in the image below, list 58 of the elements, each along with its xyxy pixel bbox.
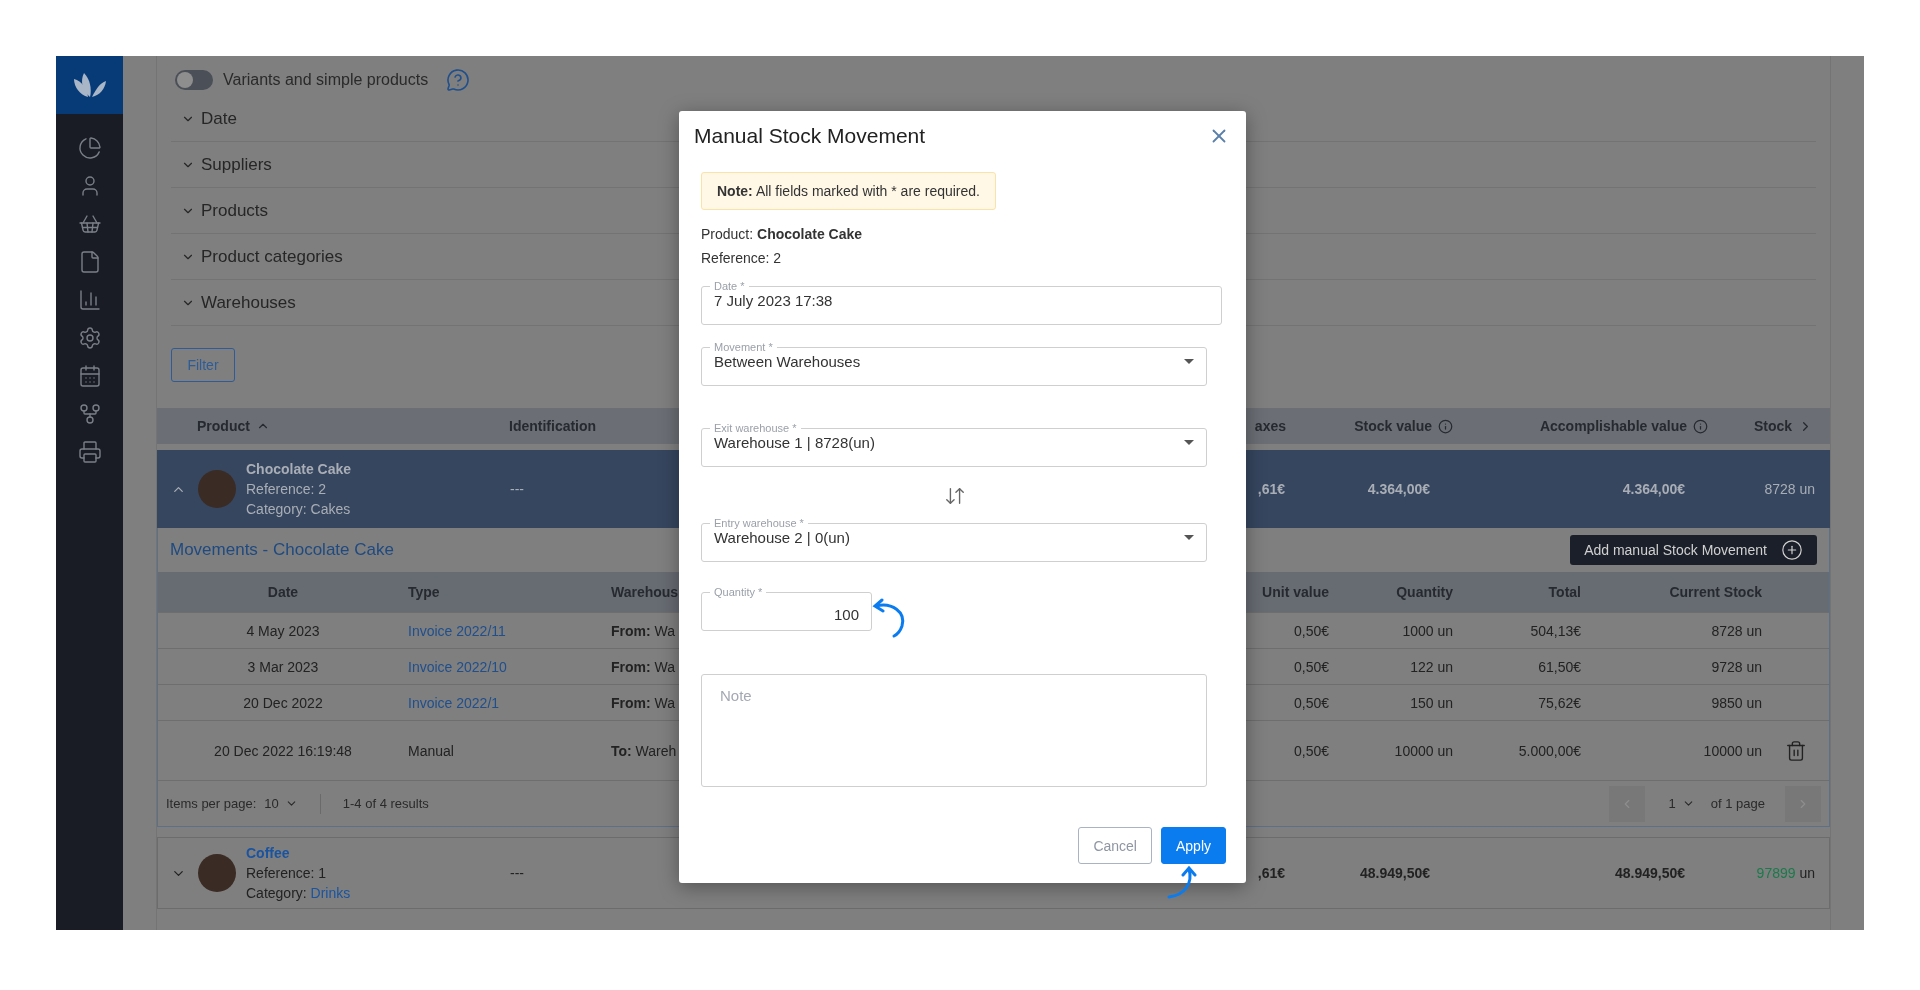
table-cell-text: From: Wa — [610, 658, 676, 675]
required-note: Note: All fields marked with * are required. — [701, 172, 996, 210]
table-cell-text: 97899 un — [1756, 865, 1816, 881]
toggle-label: Variants and simple products — [223, 71, 429, 89]
table-cell-text: 4.364,00€ — [1622, 481, 1686, 497]
column-header: axes — [1254, 418, 1286, 434]
table-cell: --- — [510, 481, 524, 497]
column-header: Unit value — [1262, 584, 1329, 600]
section-title: Movements - Chocolate Cake — [170, 540, 394, 560]
table-cell: 10000 un — [1394, 742, 1453, 759]
table-cell: 122 un — [1410, 658, 1453, 675]
table-cell: 10000 un — [1703, 742, 1762, 759]
table-cell-text: From: Wa — [610, 622, 676, 639]
product-category: Category: Cakes — [246, 499, 352, 519]
table-cell: 504,13€ — [1530, 622, 1581, 639]
table-cell-text: 4.364,00€ — [1367, 481, 1431, 497]
table-cell: 4 May 2023 — [246, 622, 320, 639]
table-cell: 0,50€ — [1293, 742, 1329, 759]
table-cell: 9850 un — [1711, 694, 1762, 711]
product-reference: Reference: 1 — [246, 863, 328, 883]
table-cell-text: From: Wa — [610, 694, 676, 711]
results-count: 1-4 of 4 results — [342, 796, 429, 811]
column-header: Warehous — [610, 584, 679, 600]
table-cell: 20 Dec 2022 16:19:48 — [214, 742, 352, 759]
product-category: Category: Drinks — [246, 883, 351, 903]
column-header: Total — [1548, 584, 1581, 600]
table-cell: 9728 un — [1711, 658, 1762, 675]
table-cell: 150 un — [1410, 694, 1453, 711]
table-cell: 8728 un — [1711, 622, 1762, 639]
column-header: Stock value — [1354, 418, 1453, 434]
product-label: Product: Chocolate Cake — [701, 226, 864, 242]
table-cell-text: 8728 un — [1764, 481, 1816, 497]
table-cell-text: 48.949,50€ — [1359, 865, 1431, 881]
table-cell: 0,50€ — [1293, 694, 1329, 711]
column-header: Accomplishable value — [1539, 418, 1708, 434]
table-cell: 61,50€ — [1538, 658, 1581, 675]
table-cell: 75,62€ — [1538, 694, 1581, 711]
product-reference: Reference: 2 — [246, 479, 328, 499]
column-header: Current Stock — [1669, 584, 1762, 600]
table-cell-text: Manual — [408, 742, 455, 759]
column-header: Date — [267, 584, 299, 600]
table-cell: 0,50€ — [1293, 622, 1329, 639]
table-cell: ,61€ — [1257, 865, 1285, 881]
page-total: of 1 page — [1710, 796, 1765, 811]
reference-label: Reference: 2 — [701, 250, 783, 266]
table-cell: ,61€ — [1257, 481, 1285, 497]
table-cell: 3 Mar 2023 — [247, 658, 319, 675]
column-header: Quantity — [1396, 584, 1453, 600]
table-cell: 5.000,00€ — [1518, 742, 1581, 759]
column-header: Type — [408, 584, 440, 600]
table-cell: 1000 un — [1402, 622, 1453, 639]
table-cell-text: To: Wareh — [610, 742, 677, 759]
table-cell: 20 Dec 2022 — [243, 694, 323, 711]
items-per-page-label: Items per page: — [166, 796, 257, 811]
column-header: Identification — [509, 418, 597, 434]
table-cell: --- — [510, 865, 524, 881]
table-cell-text: 48.949,50€ — [1614, 865, 1686, 881]
table-cell: 0,50€ — [1293, 658, 1329, 675]
